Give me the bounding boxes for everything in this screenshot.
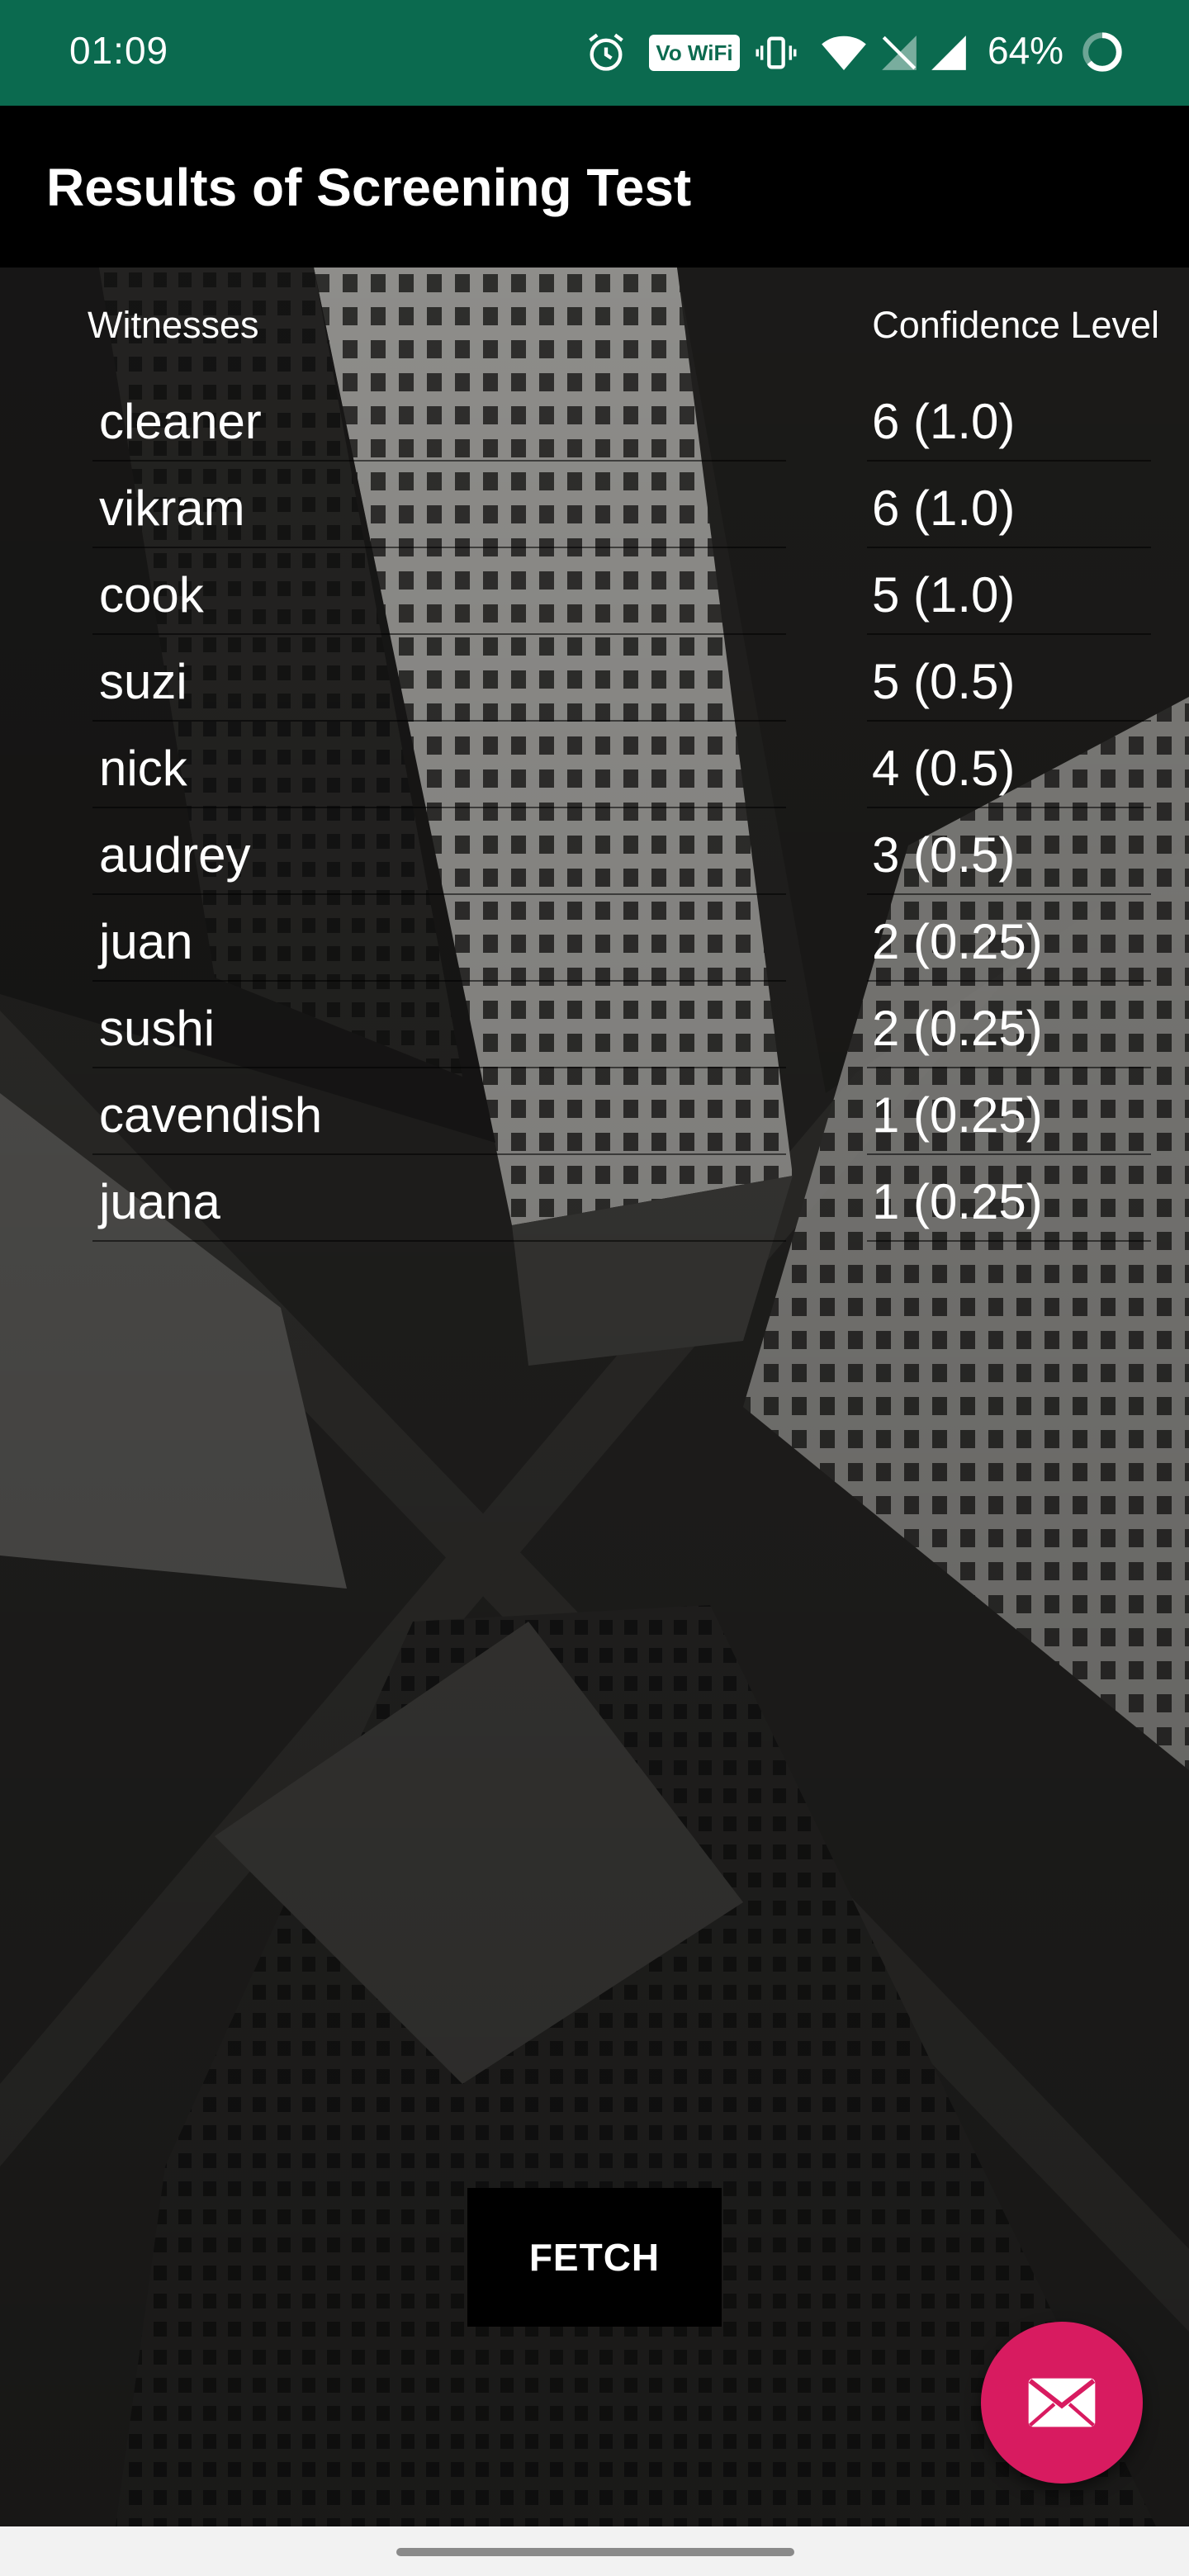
status-time: 01:09	[69, 29, 169, 72]
witness-name: sushi	[99, 1001, 216, 1056]
fetch-button[interactable]: FETCH	[467, 2188, 722, 2327]
confidence-value: 2 (0.25)	[872, 914, 1043, 969]
status-bar: 01:09 Vo WiFi 64%	[0, 0, 1189, 106]
witness-name: nick	[99, 741, 187, 796]
witness-name: suzi	[99, 654, 187, 709]
table-row: cook 5 (1.0)	[0, 548, 1189, 635]
signal-icon	[931, 36, 966, 70]
witness-name: juan	[99, 914, 193, 969]
table-row: juana 1 (0.25)	[0, 1155, 1189, 1242]
alarm-icon	[589, 33, 623, 71]
table-row: juan 2 (0.25)	[0, 895, 1189, 982]
vowifi-icon: Vo WiFi	[649, 35, 740, 71]
witness-name: cook	[99, 567, 204, 623]
witness-name: juana	[99, 1174, 220, 1229]
confidence-value: 3 (0.5)	[872, 827, 1016, 883]
wifi-icon	[822, 36, 866, 70]
column-header-confidence: Confidence Level	[872, 304, 1159, 346]
screen: 01:09 Vo WiFi 64% Results of Screening T…	[0, 0, 1189, 2576]
table-row: vikram 6 (1.0)	[0, 462, 1189, 548]
battery-percent: 64%	[988, 29, 1064, 72]
confidence-value: 1 (0.25)	[872, 1087, 1043, 1143]
battery-icon	[1082, 32, 1122, 72]
witness-name: cavendish	[99, 1087, 323, 1143]
page-title: Results of Screening Test	[46, 158, 692, 217]
row-divider	[867, 1240, 1151, 1242]
mail-icon	[1028, 2378, 1096, 2427]
confidence-value: 4 (0.5)	[872, 741, 1016, 796]
table-row: audrey 3 (0.5)	[0, 808, 1189, 895]
mail-fab-button[interactable]	[981, 2322, 1143, 2484]
table-row: sushi 2 (0.25)	[0, 982, 1189, 1068]
confidence-value: 5 (1.0)	[872, 567, 1016, 623]
app-bar: Results of Screening Test	[0, 106, 1189, 268]
confidence-value: 6 (1.0)	[872, 394, 1016, 449]
table-row: nick 4 (0.5)	[0, 722, 1189, 808]
table-row: cavendish 1 (0.25)	[0, 1068, 1189, 1155]
no-sim-signal-icon	[882, 36, 917, 70]
vowifi-label: Vo WiFi	[656, 40, 733, 65]
home-gesture-handle[interactable]	[396, 2548, 794, 2556]
column-header-witnesses: Witnesses	[88, 304, 259, 346]
witness-name: audrey	[99, 827, 251, 883]
confidence-value: 2 (0.25)	[872, 1001, 1043, 1056]
witness-name: cleaner	[99, 394, 262, 449]
vibrate-icon	[756, 36, 797, 69]
confidence-value: 5 (0.5)	[872, 654, 1016, 709]
confidence-value: 1 (0.25)	[872, 1174, 1043, 1229]
table-row: suzi 5 (0.5)	[0, 635, 1189, 722]
row-divider	[92, 1240, 786, 1242]
table-row: cleaner 6 (1.0)	[0, 375, 1189, 462]
confidence-value: 6 (1.0)	[872, 481, 1016, 536]
navigation-bar	[0, 2526, 1189, 2576]
witness-name: vikram	[99, 481, 245, 536]
